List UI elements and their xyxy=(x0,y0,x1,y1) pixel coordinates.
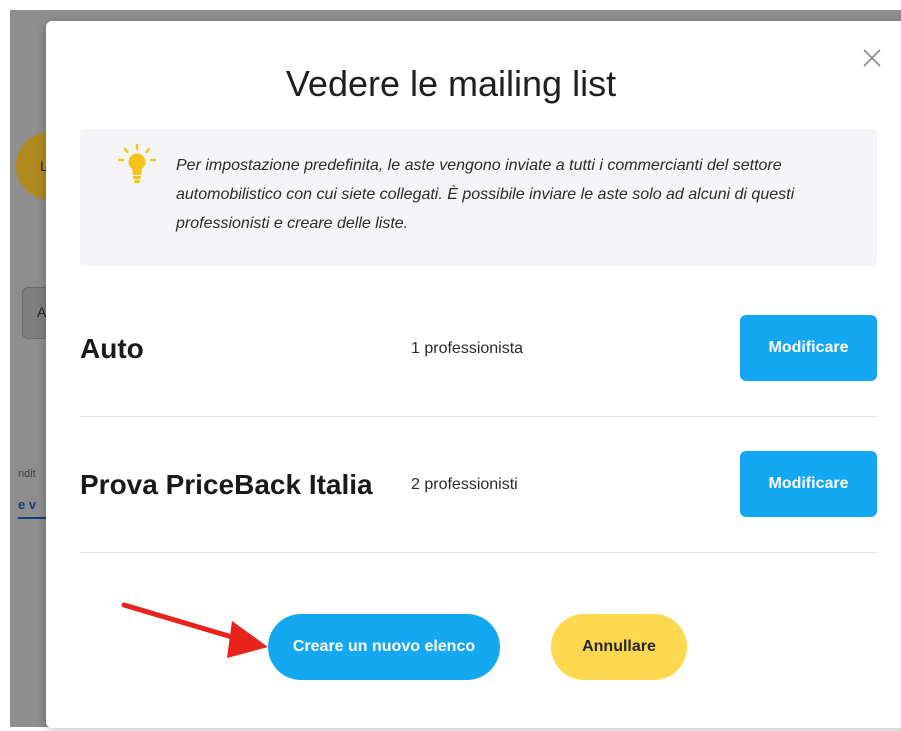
lightbulb-icon xyxy=(116,143,158,187)
row-divider xyxy=(80,552,877,553)
background-text: ndit xyxy=(18,468,36,480)
annotation-arrow-icon xyxy=(114,595,279,675)
create-new-list-button[interactable]: Creare un nuovo elenco xyxy=(268,614,500,680)
list-count: 1 professionista xyxy=(411,340,524,357)
info-box: Per impostazione predefinita, le aste ve… xyxy=(80,129,877,266)
background-field-letter: A xyxy=(37,304,47,320)
backdrop-top-edge xyxy=(0,0,901,10)
modal-title: Vedere le mailing list xyxy=(285,63,617,104)
backdrop-left-edge xyxy=(0,0,10,731)
cancel-button[interactable]: Annullare xyxy=(551,614,687,680)
edit-list-button[interactable]: Modificare xyxy=(740,315,877,381)
edit-list-button[interactable]: Modificare xyxy=(740,451,877,517)
list-name: Auto xyxy=(80,333,144,364)
mailing-list-row: Prova PriceBack Italia 2 professionisti … xyxy=(80,417,877,553)
background-link: e v xyxy=(18,497,37,512)
mailing-list-row: Auto 1 professionista Modificare xyxy=(80,281,877,417)
close-icon[interactable] xyxy=(861,47,883,69)
list-name: Prova PriceBack Italia xyxy=(80,469,373,500)
mailing-list-modal: Vedere le mailing list Per impostazione … xyxy=(46,21,901,728)
info-text: Per impostazione predefinita, le aste ve… xyxy=(176,157,795,232)
background-link-underline xyxy=(18,517,48,519)
list-count: 2 professionisti xyxy=(411,476,518,493)
